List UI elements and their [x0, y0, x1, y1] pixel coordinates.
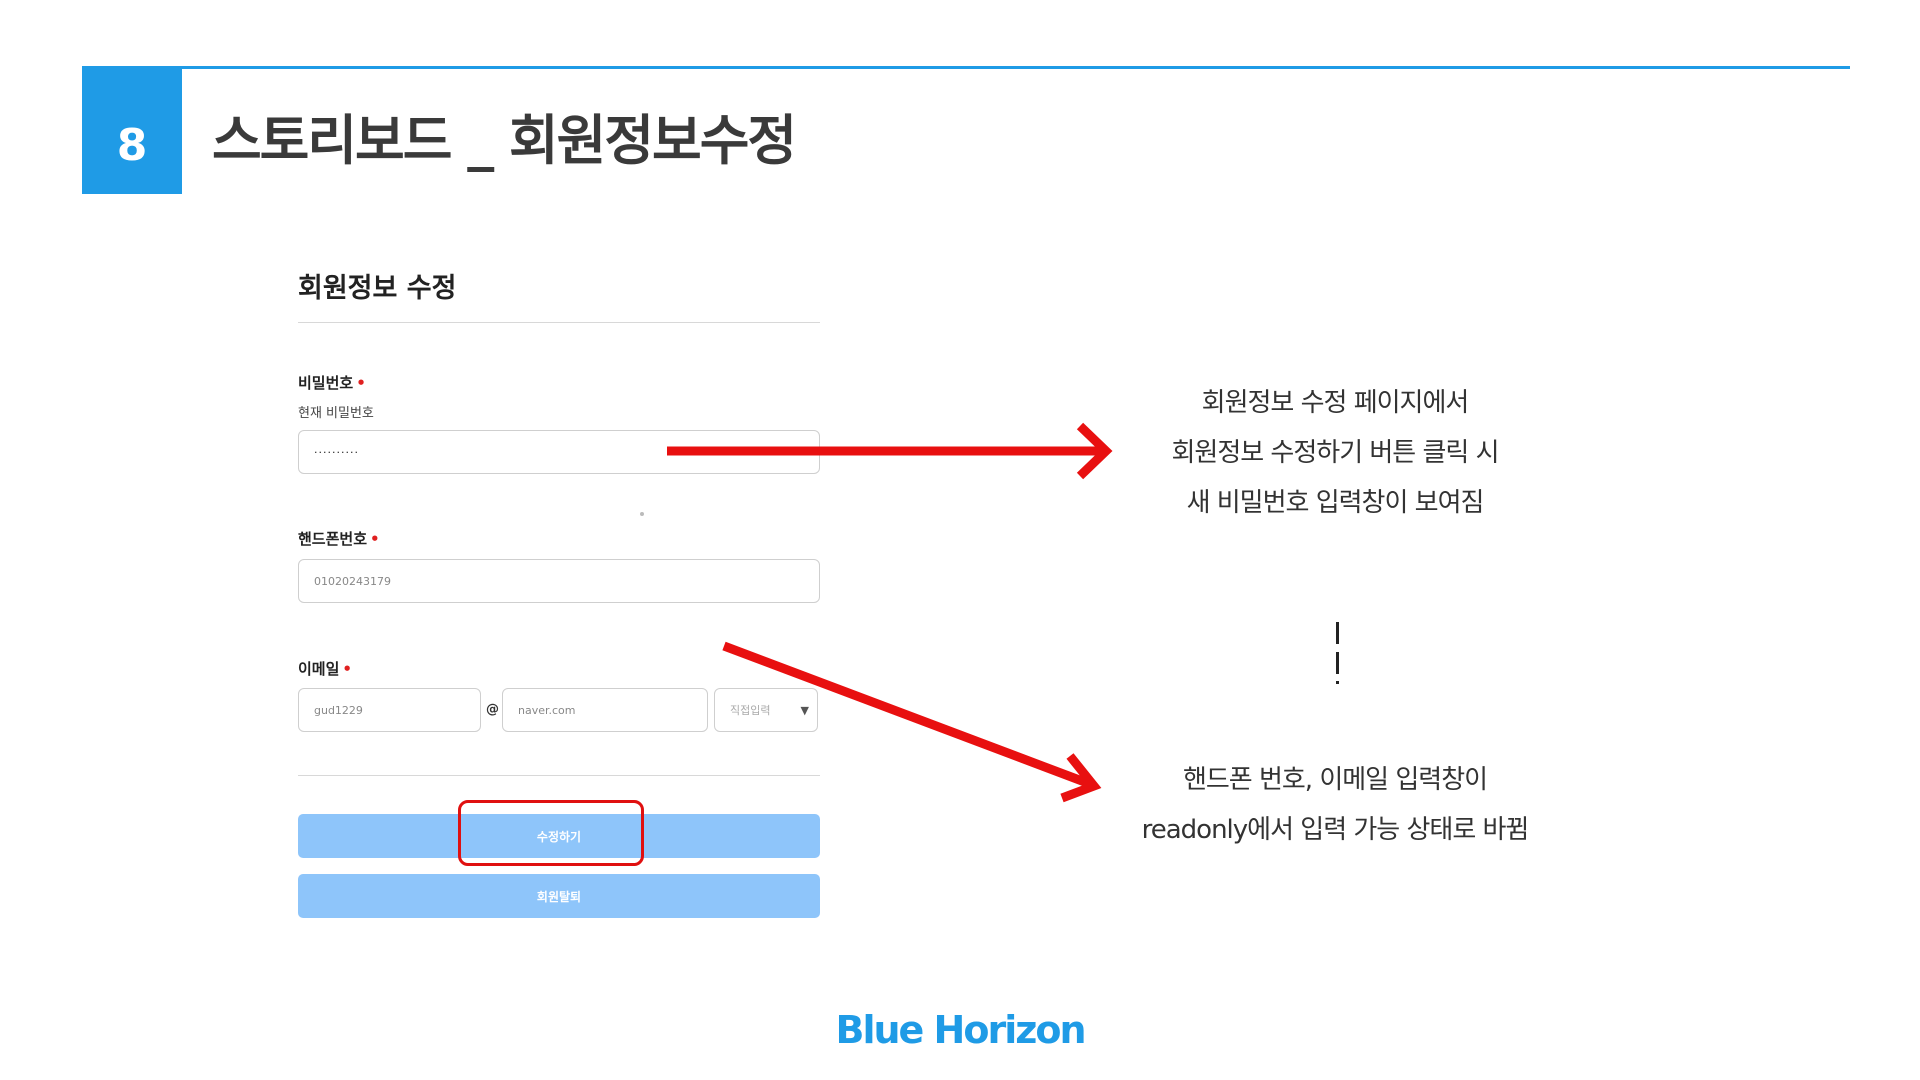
current-password-input[interactable]: ·········· [298, 430, 820, 474]
title-divider [298, 322, 820, 323]
note-1-line-2: 회원정보 수정하기 버튼 클릭 시 [1171, 438, 1499, 468]
password-label: 비밀번호 • [298, 372, 366, 393]
phone-label: 핸드폰번호 • [298, 528, 380, 549]
email-label-text: 이메일 [298, 660, 340, 678]
slide-number: 8 [82, 69, 182, 194]
annotation-note-2: 핸드폰 번호, 이메일 입력창이 readonly에서 입력 가능 상태로 바뀜 [1095, 755, 1575, 855]
dot-marker [640, 512, 644, 516]
vertical-dash [1336, 681, 1339, 684]
header-rule [82, 66, 1850, 69]
annotation-note-1: 회원정보 수정 페이지에서 회원정보 수정하기 버튼 클릭 시 새 비밀번호 입… [1115, 378, 1555, 528]
required-mark: • [342, 660, 352, 678]
email-label: 이메일 • [298, 658, 352, 679]
email-domain-select[interactable]: 직접입력 ▼ [714, 688, 818, 732]
at-symbol: @ [486, 702, 499, 717]
phone-input[interactable]: 01020243179 [298, 559, 820, 603]
form-divider [298, 775, 820, 776]
slide-title: 스토리보드 _ 회원정보수정 [212, 109, 797, 172]
form-title: 회원정보 수정 [298, 273, 457, 304]
note-2-line-2: readonly에서 입력 가능 상태로 바뀜 [1141, 815, 1530, 845]
vertical-dash [1336, 622, 1339, 644]
email-local-input[interactable]: gud1229 [298, 688, 481, 732]
required-mark: • [370, 530, 380, 548]
password-label-text: 비밀번호 [298, 374, 354, 392]
arrow-1-head [1076, 422, 1113, 480]
note-1-line-1: 회원정보 수정 페이지에서 [1201, 388, 1470, 418]
email-domain-input[interactable]: naver.com [502, 688, 708, 732]
arrow-2-head [1060, 753, 1102, 803]
current-password-label: 현재 비밀번호 [298, 406, 374, 421]
phone-label-text: 핸드폰번호 [298, 530, 368, 548]
withdraw-button[interactable]: 회원탈퇴 [298, 874, 820, 918]
email-domain-select-value: 직접입력 [730, 704, 771, 717]
required-mark: • [356, 374, 366, 392]
brand-logo: Blue Horizon [835, 1008, 1087, 1052]
edit-button-highlight [458, 800, 644, 866]
vertical-dash [1336, 652, 1339, 674]
note-1-line-3: 새 비밀번호 입력창이 보여짐 [1186, 488, 1485, 518]
chevron-down-icon: ▼ [800, 703, 809, 717]
note-2-line-1: 핸드폰 번호, 이메일 입력창이 [1182, 765, 1488, 795]
